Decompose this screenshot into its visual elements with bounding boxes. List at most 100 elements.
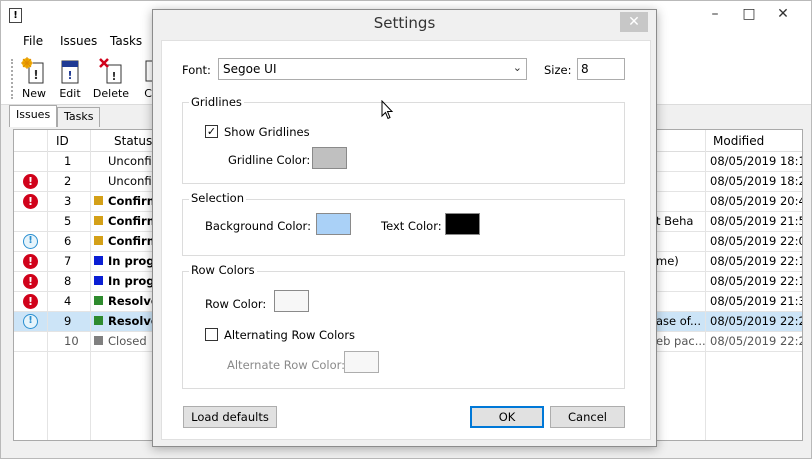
cell-modified: 08/05/2019 22:16 bbox=[710, 274, 803, 288]
menu-tasks[interactable]: Tasks bbox=[110, 34, 142, 48]
column-header-id[interactable]: ID bbox=[56, 134, 69, 148]
alternating-row-colors-checkbox[interactable] bbox=[205, 328, 218, 341]
column-header-status[interactable]: Status bbox=[114, 134, 152, 148]
font-label: Font: bbox=[182, 63, 211, 77]
cell-modified: 08/05/2019 22:12 bbox=[710, 254, 803, 268]
chevron-down-icon: ⌄ bbox=[512, 61, 522, 74]
tab-issues[interactable]: Issues bbox=[9, 105, 58, 127]
cell-id: 6 bbox=[64, 234, 72, 248]
delete-issue-icon: ! bbox=[99, 58, 122, 84]
cell-description: eb pac... bbox=[656, 334, 706, 348]
status-color-icon bbox=[94, 196, 103, 205]
cell-description: ase of... bbox=[656, 314, 701, 328]
font-select[interactable]: Segoe UI ⌄ bbox=[218, 58, 527, 80]
dialog-close-button[interactable]: ✕ bbox=[620, 12, 648, 32]
status-color-icon bbox=[94, 276, 103, 285]
error-icon: ! bbox=[23, 174, 38, 189]
alternate-row-color-swatch[interactable] bbox=[344, 351, 379, 373]
cell-modified: 08/05/2019 22:20 bbox=[710, 314, 803, 328]
maximize-button[interactable]: □ bbox=[735, 3, 763, 25]
error-icon: ! bbox=[23, 254, 38, 269]
cell-id: 1 bbox=[64, 154, 72, 168]
selection-group-title: Selection bbox=[189, 191, 246, 205]
svg-text:!: ! bbox=[111, 70, 116, 83]
status-cell: Unconfir bbox=[108, 174, 156, 188]
cell-modified: 08/05/2019 21:32 bbox=[710, 294, 803, 308]
ok-button[interactable]: OK bbox=[470, 406, 544, 428]
cell-modified: 08/05/2019 22:24 bbox=[710, 334, 803, 348]
grid-divider bbox=[90, 130, 91, 440]
info-icon: ! bbox=[23, 314, 38, 329]
show-gridlines-label: Show Gridlines bbox=[224, 125, 310, 139]
show-gridlines-checkbox[interactable]: ✓ bbox=[205, 125, 218, 138]
cell-status: Closed bbox=[108, 334, 147, 348]
edit-label: Edit bbox=[59, 87, 81, 100]
cell-status: Unconfir bbox=[108, 154, 157, 168]
status-cell: Unconfir bbox=[108, 154, 156, 168]
cell-modified: 08/05/2019 18:16 bbox=[710, 154, 803, 168]
svg-text:!: ! bbox=[33, 68, 38, 82]
menu-issues[interactable]: Issues bbox=[60, 34, 97, 48]
background-color-label: Background Color: bbox=[205, 219, 311, 233]
status-color-icon bbox=[94, 296, 103, 305]
size-label: Size: bbox=[544, 63, 572, 77]
delete-label: Delete bbox=[92, 87, 130, 100]
status-color-icon bbox=[94, 316, 103, 325]
status-color-icon bbox=[94, 256, 103, 265]
dialog-body: Font: Segoe UI ⌄ Size: 8 Gridlines ✓ Sho… bbox=[161, 40, 651, 440]
cell-id: 10 bbox=[64, 334, 79, 348]
gridline-color-label: Gridline Color: bbox=[228, 153, 311, 167]
svg-text:!: ! bbox=[67, 69, 72, 82]
new-button[interactable]: ! New bbox=[14, 57, 54, 103]
error-icon: ! bbox=[23, 274, 38, 289]
app-icon: ! bbox=[9, 8, 22, 23]
status-color-icon bbox=[94, 336, 103, 345]
size-input-value: 8 bbox=[581, 62, 589, 76]
size-input[interactable]: 8 bbox=[577, 58, 625, 80]
status-color-icon bbox=[94, 236, 103, 245]
close-button[interactable]: ✕ bbox=[769, 3, 797, 25]
gridlines-group-title: Gridlines bbox=[189, 95, 244, 109]
cell-modified: 08/05/2019 21:56 bbox=[710, 214, 803, 228]
cell-id: 7 bbox=[64, 254, 72, 268]
cell-modified: 08/05/2019 18:21 bbox=[710, 174, 803, 188]
row-color-swatch[interactable] bbox=[274, 290, 309, 312]
row-color-label: Row Color: bbox=[205, 297, 267, 311]
cell-id: 3 bbox=[64, 194, 72, 208]
cell-id: 8 bbox=[64, 274, 72, 288]
status-cell: In progr bbox=[94, 254, 160, 268]
status-color-icon bbox=[94, 216, 103, 225]
cell-id: 2 bbox=[64, 174, 72, 188]
new-label: New bbox=[22, 87, 46, 100]
delete-button[interactable]: ! Delete bbox=[91, 57, 131, 103]
info-icon: ! bbox=[23, 234, 38, 249]
cell-modified: 08/05/2019 22:03 bbox=[710, 234, 803, 248]
cell-modified: 08/05/2019 20:44 bbox=[710, 194, 803, 208]
edit-button[interactable]: ! Edit bbox=[50, 57, 90, 103]
cancel-button[interactable]: Cancel bbox=[550, 406, 625, 428]
grid-divider bbox=[705, 130, 706, 440]
status-cell: In progr bbox=[94, 274, 160, 288]
font-select-value: Segoe UI bbox=[223, 62, 277, 76]
menu-file[interactable]: File bbox=[23, 34, 43, 48]
mouse-cursor-icon bbox=[381, 100, 394, 120]
cell-id: 4 bbox=[64, 294, 72, 308]
text-color-swatch[interactable] bbox=[445, 213, 480, 235]
alternate-row-color-label: Alternate Row Color: bbox=[227, 358, 346, 372]
grid-divider bbox=[47, 130, 48, 440]
settings-dialog: Settings ✕ Font: Segoe UI ⌄ Size: 8 Grid… bbox=[152, 9, 657, 447]
gridline-color-swatch[interactable] bbox=[312, 147, 347, 169]
column-header-modified[interactable]: Modified bbox=[713, 134, 764, 148]
edit-issue-icon: ! bbox=[61, 60, 79, 84]
background-color-swatch[interactable] bbox=[316, 213, 351, 235]
tab-tasks[interactable]: Tasks bbox=[57, 107, 101, 127]
text-color-label: Text Color: bbox=[381, 219, 442, 233]
alternating-row-colors-label: Alternating Row Colors bbox=[224, 328, 356, 342]
gridlines-group bbox=[182, 102, 625, 184]
dialog-title: Settings bbox=[373, 14, 436, 32]
cell-id: 9 bbox=[64, 314, 72, 328]
minimize-button[interactable]: – bbox=[701, 3, 729, 25]
load-defaults-button[interactable]: Load defaults bbox=[183, 406, 277, 428]
error-icon: ! bbox=[23, 194, 38, 209]
cell-id: 5 bbox=[64, 214, 72, 228]
